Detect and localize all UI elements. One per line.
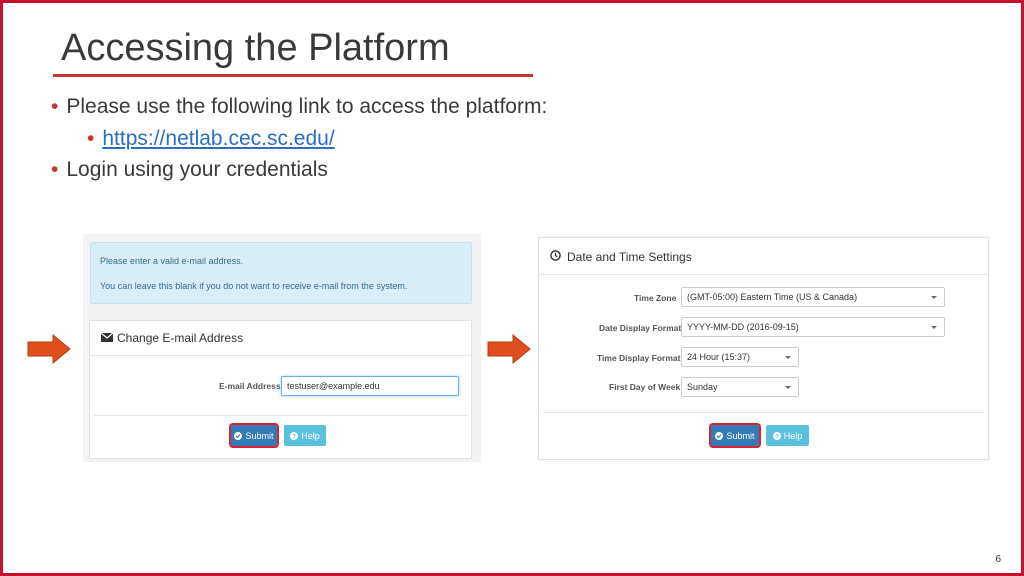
panel-title: Date and Time Settings [567, 250, 692, 264]
chevron-down-icon [931, 296, 937, 299]
title-underline [53, 74, 533, 77]
page-number: 6 [995, 554, 1001, 565]
help-label: Help [301, 430, 320, 441]
chevron-down-icon [785, 386, 791, 389]
datetime-settings-screenshot: Date and Time Settings Time Zone (GMT-05… [538, 237, 989, 460]
check-circle-icon [715, 431, 724, 440]
panel-title: Change E-mail Address [117, 331, 244, 345]
envelope-icon [101, 333, 113, 342]
bullet-dot: • [51, 158, 59, 181]
chevron-down-icon [785, 356, 791, 359]
slide-title: Accessing the Platform [61, 27, 450, 69]
alert-line: Please enter a valid e-mail address. [100, 256, 244, 266]
submit-label: Submit [726, 430, 755, 441]
submit-button[interactable]: Submit [229, 423, 279, 448]
divider [543, 412, 984, 413]
slide: Accessing the Platform • Please use the f… [0, 0, 1024, 576]
timezone-label: Time Zone [634, 293, 677, 303]
bullet-text: Please use the following link to access … [66, 95, 548, 118]
timezone-value: (GMT-05:00) Eastern Time (US & Canada) [687, 292, 858, 302]
bullet-text: Login using your credentials [66, 158, 328, 181]
panel-header: Change E-mail Address [90, 321, 471, 356]
alert-line: You can leave this blank if you do not w… [100, 281, 408, 291]
email-field[interactable] [281, 376, 459, 396]
info-alert: Please enter a valid e-mail address. You… [90, 242, 472, 304]
question-circle-icon: ? [772, 431, 781, 440]
time-format-label: Time Display Format [597, 353, 681, 363]
help-button[interactable]: ? Help [766, 425, 809, 446]
divider [94, 415, 467, 416]
svg-text:?: ? [292, 433, 296, 440]
netlab-link[interactable]: https://netlab.cec.sc.edu/ [102, 127, 334, 150]
bullet-item: • Please use the following link to access… [51, 95, 547, 119]
submit-button[interactable]: Submit [709, 423, 761, 448]
bullet-dot: • [51, 95, 59, 118]
time-format-select[interactable]: 24 Hour (15:37) [681, 347, 799, 367]
check-circle-icon [234, 431, 243, 440]
time-format-value: 24 Hour (15:37) [687, 352, 751, 362]
email-settings-screenshot: Please enter a valid e-mail address. You… [83, 234, 481, 462]
bullet-dot: • [87, 127, 95, 150]
first-day-value: Sunday [687, 382, 718, 392]
timezone-select[interactable]: (GMT-05:00) Eastern Time (US & Canada) [681, 287, 945, 307]
bullet-subitem: • https://netlab.cec.sc.edu/ [87, 127, 335, 151]
help-button[interactable]: ? Help [284, 425, 326, 446]
submit-label: Submit [245, 430, 274, 441]
date-format-value: YYYY-MM-DD (2016-09-15) [687, 322, 799, 332]
right-arrow-icon [487, 334, 531, 364]
date-format-select[interactable]: YYYY-MM-DD (2016-09-15) [681, 317, 945, 337]
panel-header: Date and Time Settings [539, 238, 988, 275]
chevron-down-icon [931, 326, 937, 329]
date-format-label: Date Display Format [599, 323, 682, 333]
clock-icon [550, 250, 561, 261]
first-day-select[interactable]: Sunday [681, 377, 799, 397]
email-label: E-mail Address [219, 381, 281, 391]
right-arrow-icon [27, 334, 71, 364]
question-circle-icon: ? [290, 431, 299, 440]
help-label: Help [783, 430, 803, 441]
bullet-item: • Login using your credentials [51, 158, 328, 182]
change-email-panel: Change E-mail Address E-mail Address Sub… [89, 320, 472, 459]
svg-text:?: ? [775, 433, 779, 440]
first-day-label: First Day of Week [609, 382, 681, 392]
